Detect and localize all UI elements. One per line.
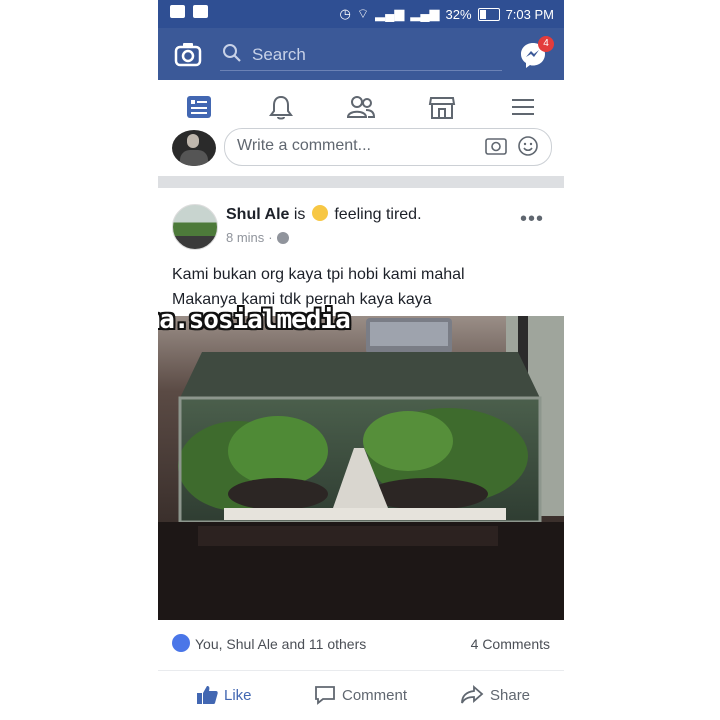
activity-text: feeling tired.	[334, 206, 422, 223]
thumbs-up-icon	[197, 686, 218, 704]
post-photo[interactable]	[158, 316, 564, 620]
like-reaction-icon	[172, 634, 190, 652]
comment-input[interactable]: Write a comment...	[224, 128, 552, 166]
news-feed-icon	[187, 96, 211, 118]
search-header: 4	[158, 28, 564, 80]
tab-menu[interactable]	[506, 92, 540, 122]
status-right: ◷ ⌔ ▂▄▆ ▂▄▆ 32% 7:03 PM	[340, 6, 554, 22]
post-actions: Like Comment Share	[158, 670, 564, 720]
more-options-icon[interactable]: •••	[520, 208, 544, 231]
comment-row: Write a comment...	[158, 128, 564, 172]
nav-bar	[158, 80, 564, 135]
feed-divider	[158, 176, 564, 188]
like-label: Like	[224, 686, 252, 704]
tab-friends[interactable]	[344, 92, 378, 122]
avatar[interactable]	[172, 204, 218, 250]
tired-emoji-icon	[311, 205, 328, 221]
menu-icon	[512, 99, 534, 115]
search-bar[interactable]	[220, 38, 502, 71]
status-left-icons	[170, 5, 208, 18]
post-meta: 8 mins ·	[226, 230, 289, 245]
reactions-bar: You, Shul Ale and 11 others 4 Comments	[158, 624, 564, 664]
post: Shul Ale is feeling tired. 8 mins · ••• …	[158, 188, 564, 720]
emoji-icon[interactable]	[517, 135, 539, 157]
activity-prefix: is	[293, 206, 306, 223]
search-icon	[223, 44, 241, 62]
search-input[interactable]	[250, 42, 494, 68]
watermark-text: @drama.sosialmedia	[158, 305, 351, 335]
author-name[interactable]: Shul Ale	[226, 206, 289, 223]
share-icon	[461, 685, 484, 704]
tab-marketplace[interactable]	[425, 92, 459, 122]
battery-icon	[477, 7, 500, 21]
comment-button[interactable]: Comment	[314, 685, 407, 705]
friends-icon	[346, 96, 376, 118]
likers-text[interactable]: You, Shul Ale and 11 others	[195, 636, 366, 652]
signal-icon: ▂▄▆	[410, 6, 440, 21]
globe-icon	[276, 231, 289, 244]
wifi-icon: ⌔	[356, 6, 370, 21]
tab-notifications[interactable]	[264, 92, 298, 122]
status-bar: ◷ ⌔ ▂▄▆ ▂▄▆ 32% 7:03 PM	[158, 0, 564, 28]
battery-percent: 32%	[445, 6, 472, 22]
comment-label: Comment	[342, 686, 408, 704]
post-time[interactable]: 8 mins	[226, 230, 264, 245]
share-button[interactable]: Share	[460, 685, 530, 705]
marketplace-icon	[428, 97, 456, 119]
tab-news-feed[interactable]	[182, 92, 216, 122]
comment-placeholder: Write a comment...	[237, 137, 371, 154]
camera-icon[interactable]	[485, 136, 507, 156]
phone-screen: ◷ ⌔ ▂▄▆ ▂▄▆ 32% 7:03 PM 4	[158, 0, 564, 720]
bell-icon	[269, 95, 293, 120]
signal-icon: ▂▄▆	[375, 6, 405, 21]
notification-icon	[170, 5, 185, 18]
avatar[interactable]	[172, 130, 216, 166]
post-text-line: Kami bukan org kaya tpi hobi kami mahal	[172, 266, 465, 283]
like-button[interactable]: Like	[196, 685, 252, 705]
notification-icon	[193, 5, 208, 18]
post-header: Shul Ale is feeling tired.	[226, 205, 422, 224]
comment-icon	[315, 686, 335, 705]
camera-icon[interactable]	[174, 40, 202, 68]
status-time: 7:03 PM	[505, 6, 554, 22]
alarm-icon: ◷	[339, 6, 351, 21]
comments-count[interactable]: 4 Comments	[471, 636, 550, 652]
messenger-badge: 4	[538, 36, 554, 52]
share-label: Share	[490, 686, 531, 704]
